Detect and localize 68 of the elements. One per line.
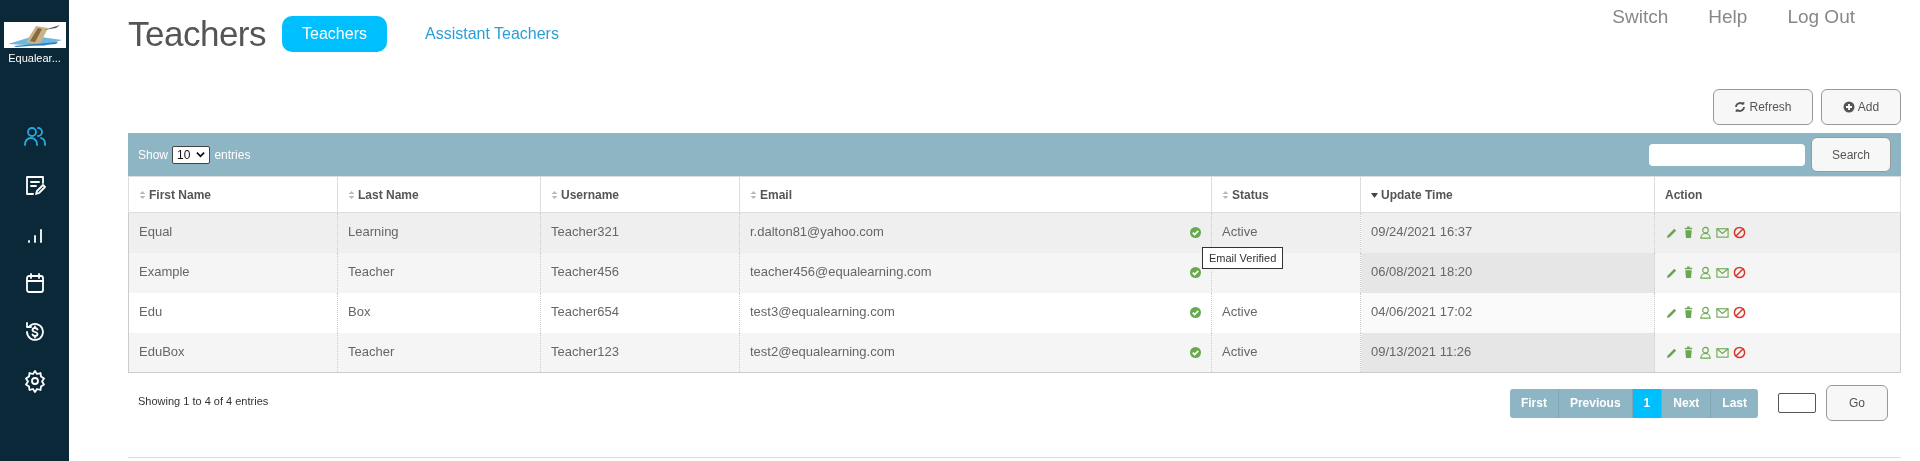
table-cell: Active [1222,224,1258,239]
block-icon[interactable] [1733,345,1746,359]
search-button[interactable]: Search [1811,137,1891,172]
column-header[interactable]: Status [1232,187,1269,202]
column-header[interactable]: First Name [149,187,212,202]
label: entries [214,147,251,162]
logo-text: Equalear... [8,52,61,64]
column-header[interactable]: Last Name [358,187,419,202]
trash-icon[interactable] [1682,265,1695,279]
table-cell: EduBox [139,343,185,359]
table-cell: test3@equalearning.com [750,303,895,319]
table-cell: Edu [139,303,163,319]
table-cell: Teacher321 [551,224,619,239]
table-cell: Teacher [348,343,395,359]
user-icon[interactable] [1699,305,1712,319]
user-icon[interactable] [1699,226,1712,239]
caret-icon [196,150,206,159]
envelope-icon[interactable] [1716,305,1729,319]
pencil-icon[interactable] [1665,226,1678,239]
table-cell: Box [348,303,371,319]
table-cell: 09/13/2021 11:26 [1371,343,1472,359]
column-header: Action [1665,187,1703,202]
user-icon[interactable] [1699,345,1712,359]
table-cell: Equal [139,224,173,239]
table-cell: r.dalton81@yahoo.com [750,224,884,239]
plus-circle-icon [1842,101,1855,113]
table-cell: test2@equalearning.com [750,343,895,359]
block-icon[interactable] [1733,265,1746,279]
column-header[interactable]: Update Time [1381,187,1453,202]
table-cell: Teacher123 [551,343,619,359]
table-cell: Teacher456 [551,263,619,279]
search-field[interactable] [1649,143,1805,166]
entries-select[interactable]: 10 [172,145,211,164]
envelope-icon[interactable] [1716,265,1729,279]
refresh-icon [1734,101,1747,113]
page-title: Teachers [128,14,267,54]
users-icon[interactable] [22,124,47,148]
nav-link[interactable]: Log Out [1787,6,1855,28]
page-input[interactable] [1778,393,1816,413]
table-cell: Teacher [348,263,395,279]
go-button[interactable]: Go [1826,385,1888,421]
nav-link[interactable]: Help [1708,6,1748,28]
refresh-button[interactable]: Refresh [1713,89,1813,125]
table-cell: teacher456@equalearning.com [750,263,932,279]
table-cell: 06/08/2021 18:20 [1371,263,1473,279]
table-cell: 04/06/2021 17:02 [1371,303,1473,319]
trash-icon[interactable] [1682,226,1695,239]
label: Show [138,147,169,162]
table-cell: Active [1222,343,1258,359]
envelope-icon[interactable] [1716,345,1729,359]
nav-link[interactable]: Switch [1612,6,1669,28]
settings-icon[interactable] [22,369,47,393]
table-cell: Active [1222,303,1258,319]
table-cell: Teacher654 [551,303,619,319]
block-icon[interactable] [1733,226,1746,239]
trash-icon[interactable] [1682,305,1695,319]
table-cell: Learning [348,224,399,239]
table-cell: 09/24/2021 16:37 [1371,224,1473,239]
user-icon[interactable] [1699,265,1712,279]
table-cell: Example [139,263,190,279]
tooltip: Email Verified [1202,246,1284,269]
envelope-icon[interactable] [1716,226,1729,239]
column-header[interactable]: Username [561,187,620,202]
trash-icon[interactable] [1682,345,1695,359]
column-header[interactable]: Email [760,187,792,202]
table-info: Showing 1 to 4 of 4 entries [138,395,269,407]
add-button[interactable]: Add [1821,89,1901,125]
block-icon[interactable] [1733,305,1746,319]
